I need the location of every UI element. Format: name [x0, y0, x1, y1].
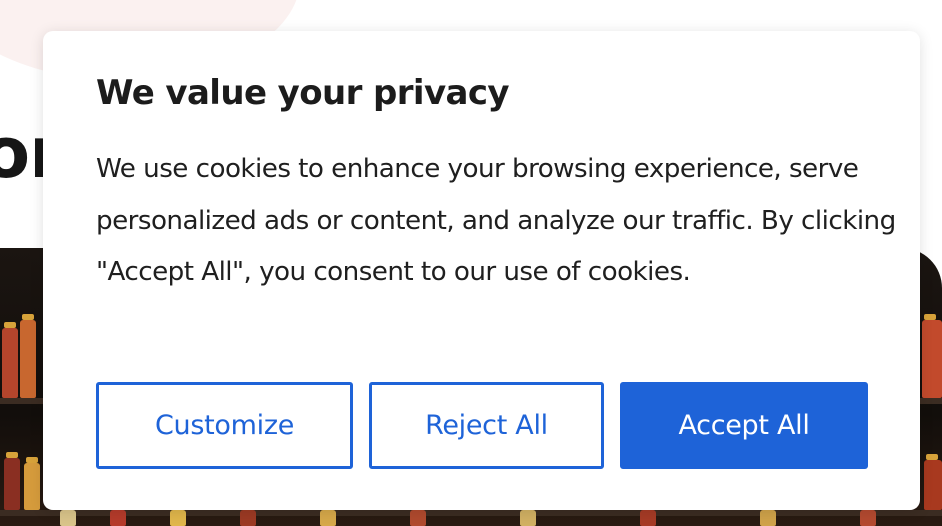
photo-jar — [2, 322, 18, 398]
photo-jar — [410, 510, 426, 526]
consent-title: We value your privacy — [96, 73, 510, 113]
photo-jar — [922, 314, 942, 398]
cookie-consent-dialog: We value your privacy We use cookies to … — [43, 31, 920, 510]
photo-jar — [760, 510, 776, 526]
photo-jar — [4, 452, 20, 510]
photo-jar — [24, 457, 40, 510]
consent-description: We use cookies to enhance your browsing … — [96, 154, 896, 288]
photo-jar — [860, 510, 876, 526]
accept-all-button[interactable]: Accept All — [620, 382, 868, 469]
reject-all-button[interactable]: Reject All — [369, 382, 604, 469]
photo-jar — [110, 510, 126, 526]
photo-jar — [924, 454, 942, 510]
photo-jar — [520, 510, 536, 526]
photo-shelf — [0, 510, 942, 516]
photo-jar — [320, 510, 336, 526]
page: or We value your privacy We use cookies … — [0, 0, 942, 526]
photo-jar — [240, 510, 256, 526]
photo-jar — [20, 314, 36, 398]
customize-button[interactable]: Customize — [96, 382, 353, 469]
photo-jar — [170, 510, 186, 526]
photo-jar — [640, 510, 656, 526]
photo-jar — [60, 510, 76, 526]
